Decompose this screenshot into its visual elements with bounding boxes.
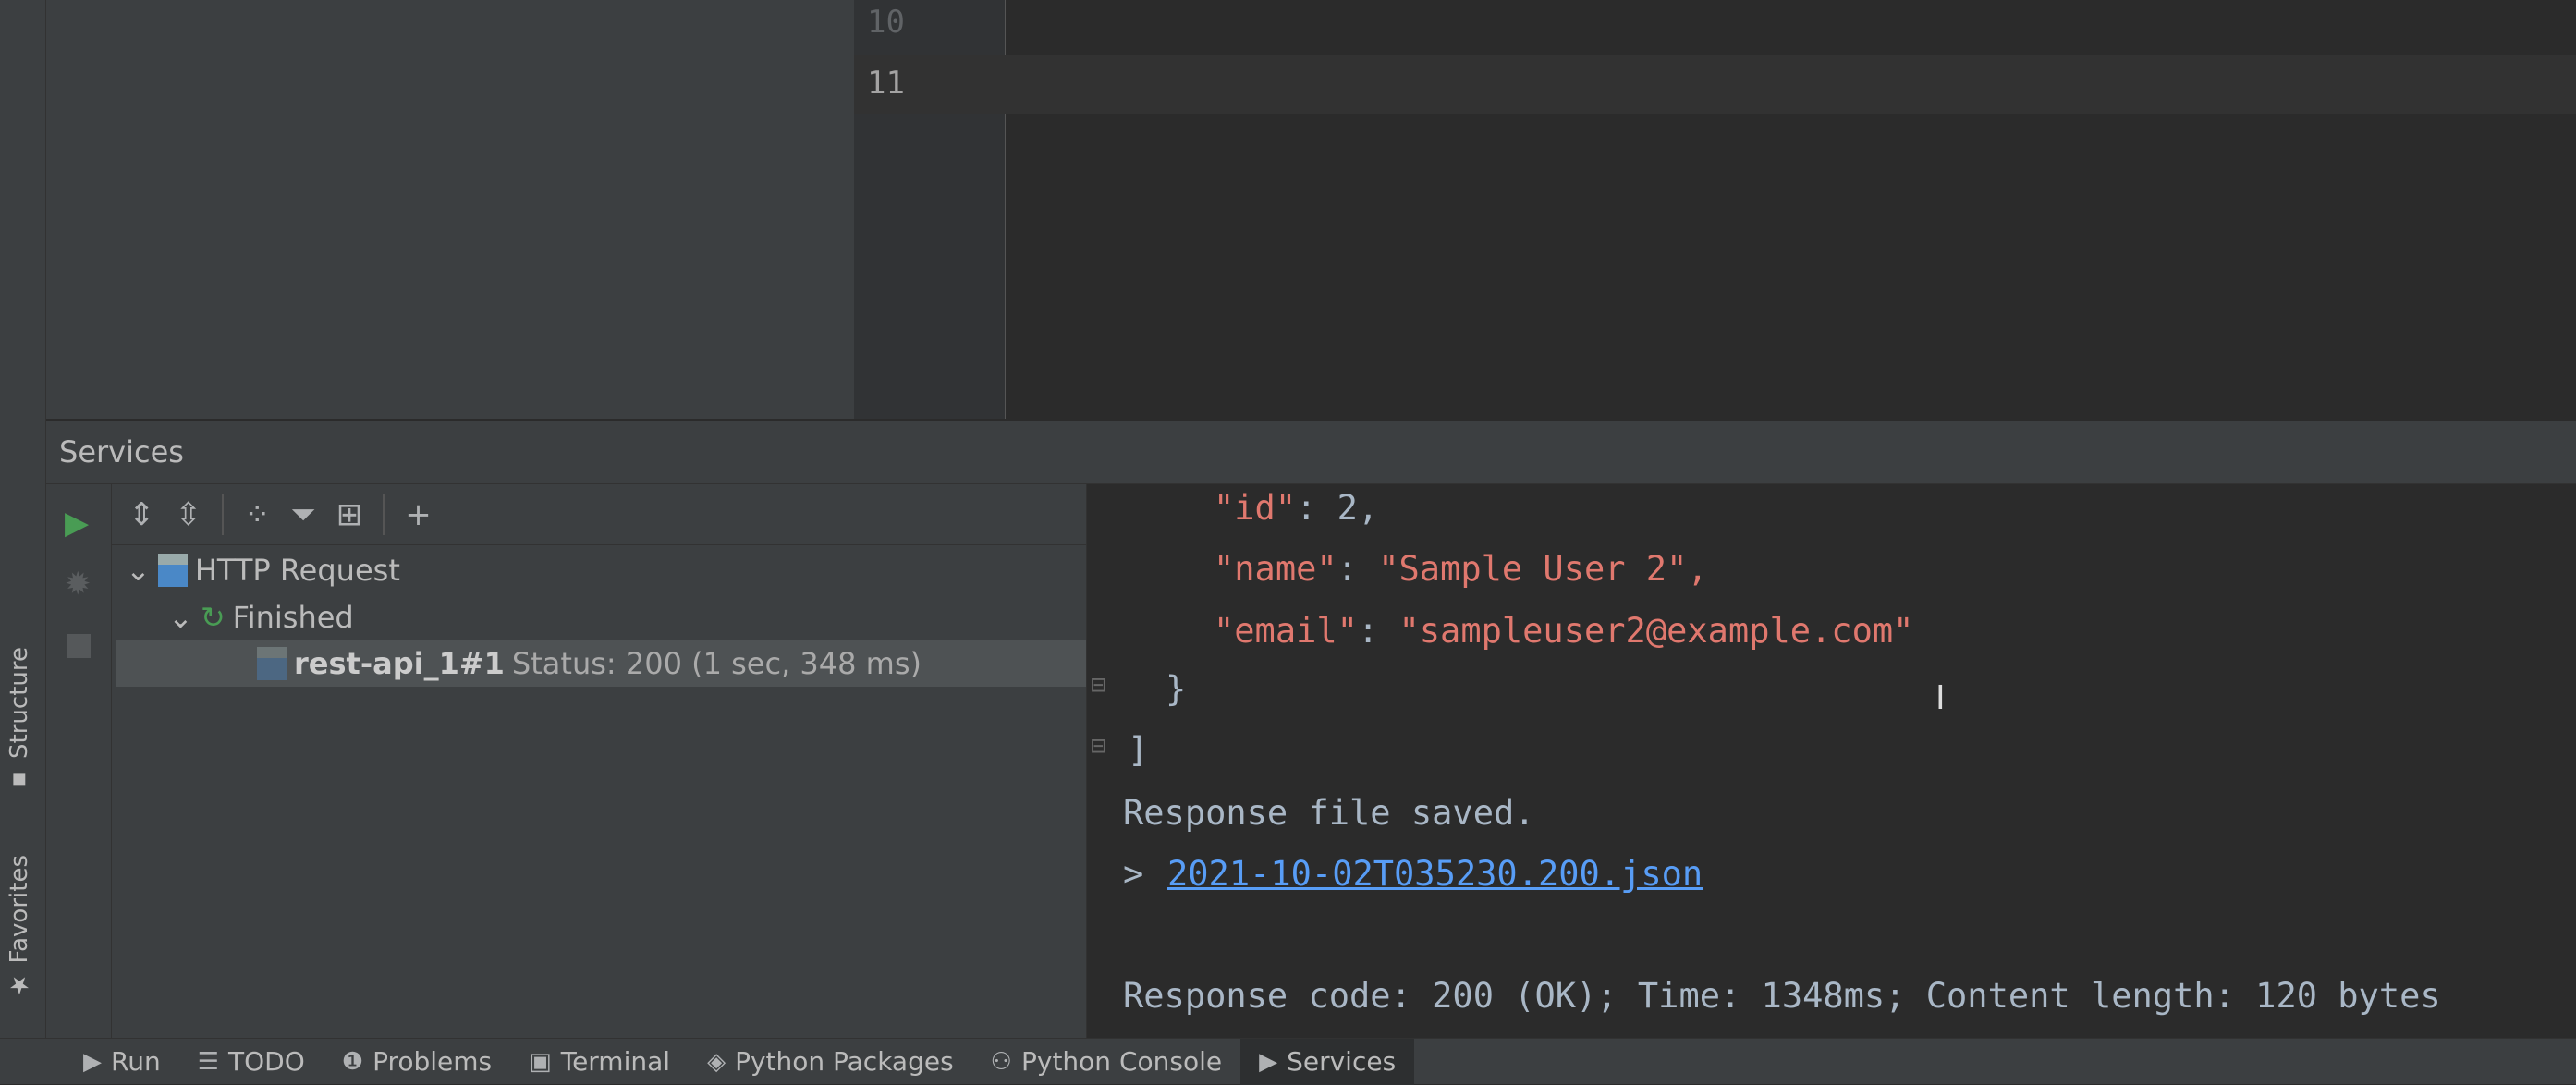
new-tab-icon[interactable]: ⊞: [336, 496, 363, 533]
response-summary: Response code: 200 (OK); Time: 1348ms; C…: [1123, 976, 2441, 1016]
tree-node-http-request[interactable]: ⌄ HTTP Request: [126, 547, 400, 593]
tab-terminal[interactable]: ▣ Terminal: [510, 1039, 689, 1085]
debug-icon[interactable]: ✹: [65, 566, 92, 603]
tab-python-packages[interactable]: ◈ Python Packages: [689, 1039, 972, 1085]
list-icon: ☰: [197, 1047, 220, 1076]
structure-icon: ▪: [6, 765, 33, 794]
tab-run[interactable]: ▶ Run: [65, 1039, 179, 1085]
json-line: "email": "sampleuser2@example.com": [1214, 611, 1914, 651]
chevron-down-icon[interactable]: ⌄: [168, 600, 193, 635]
project-panel: [46, 0, 854, 419]
api-icon: [257, 647, 287, 680]
json-close-bracket: ]: [1128, 730, 1149, 770]
structure-tab[interactable]: ▪ Structure: [6, 647, 33, 794]
expand-all-icon[interactable]: ⇕: [128, 496, 155, 533]
separator: [383, 494, 385, 535]
group-by-icon[interactable]: ⁘: [244, 496, 271, 533]
left-tool-strip: ▪ Structure ★ Favorites: [0, 0, 46, 1038]
tree-node-finished[interactable]: ⌄ ↻ Finished: [168, 594, 354, 640]
tree-node-request[interactable]: rest-api_1#1 Status: 200 (1 sec, 348 ms): [257, 640, 922, 687]
terminal-icon: ▣: [529, 1047, 552, 1076]
json-close-brace: }: [1166, 669, 1187, 709]
services-header: Services: [46, 421, 2576, 484]
services-toolbar: ⇕ ⇳ ⁘ ⏷ ⊞ +: [112, 484, 1086, 545]
services-actions: ▶ ✹: [46, 484, 112, 1038]
favorites-tab[interactable]: ★ Favorites: [6, 855, 33, 998]
services-icon: ▶: [1259, 1047, 1278, 1076]
separator: [222, 494, 224, 535]
filter-icon[interactable]: ⏷: [291, 496, 316, 533]
tab-todo[interactable]: ☰ TODO: [179, 1039, 324, 1085]
bottom-tool-bar: ▶ Run ☰ TODO ❶ Problems ▣ Terminal ◈ Python P…: [0, 1038, 2576, 1085]
warning-icon: ❶: [341, 1047, 364, 1076]
star-icon: ★: [6, 970, 33, 999]
line-number: 11: [867, 65, 905, 102]
collapse-all-icon[interactable]: ⇳: [176, 496, 202, 533]
stop-icon[interactable]: [67, 634, 91, 658]
run-icon: ▶: [83, 1047, 102, 1076]
fold-icon[interactable]: ⊟: [1091, 730, 1106, 761]
add-service-icon[interactable]: +: [405, 496, 432, 533]
current-line-highlight: [854, 55, 2576, 114]
prompt: >: [1123, 854, 1144, 894]
tab-python-console[interactable]: ⚇ Python Console: [972, 1039, 1240, 1085]
saved-message: Response file saved.: [1123, 793, 1535, 833]
tab-problems[interactable]: ❶ Problems: [324, 1039, 510, 1085]
fold-icon[interactable]: ⊟: [1091, 669, 1106, 700]
tab-services[interactable]: ▶ Services: [1240, 1038, 1415, 1085]
json-line: "id": 2,: [1214, 488, 1379, 528]
python-icon: ⚇: [990, 1047, 1012, 1076]
response-console[interactable]: "id": 2, "name": "Sample User 2", "email…: [1086, 484, 2576, 1038]
services-title: Services: [59, 434, 184, 469]
layers-icon: ◈: [707, 1047, 726, 1076]
api-icon: [157, 554, 188, 587]
line-number: 10: [867, 4, 905, 41]
chevron-down-icon[interactable]: ⌄: [126, 553, 151, 588]
text-cursor-icon: I: [1935, 679, 1946, 717]
run-icon[interactable]: ▶: [65, 505, 89, 542]
response-file-link[interactable]: 2021-10-02T035230.200.json: [1167, 854, 1703, 894]
json-line: "name": "Sample User 2",: [1214, 549, 1708, 589]
refresh-icon: ↻: [200, 600, 226, 635]
